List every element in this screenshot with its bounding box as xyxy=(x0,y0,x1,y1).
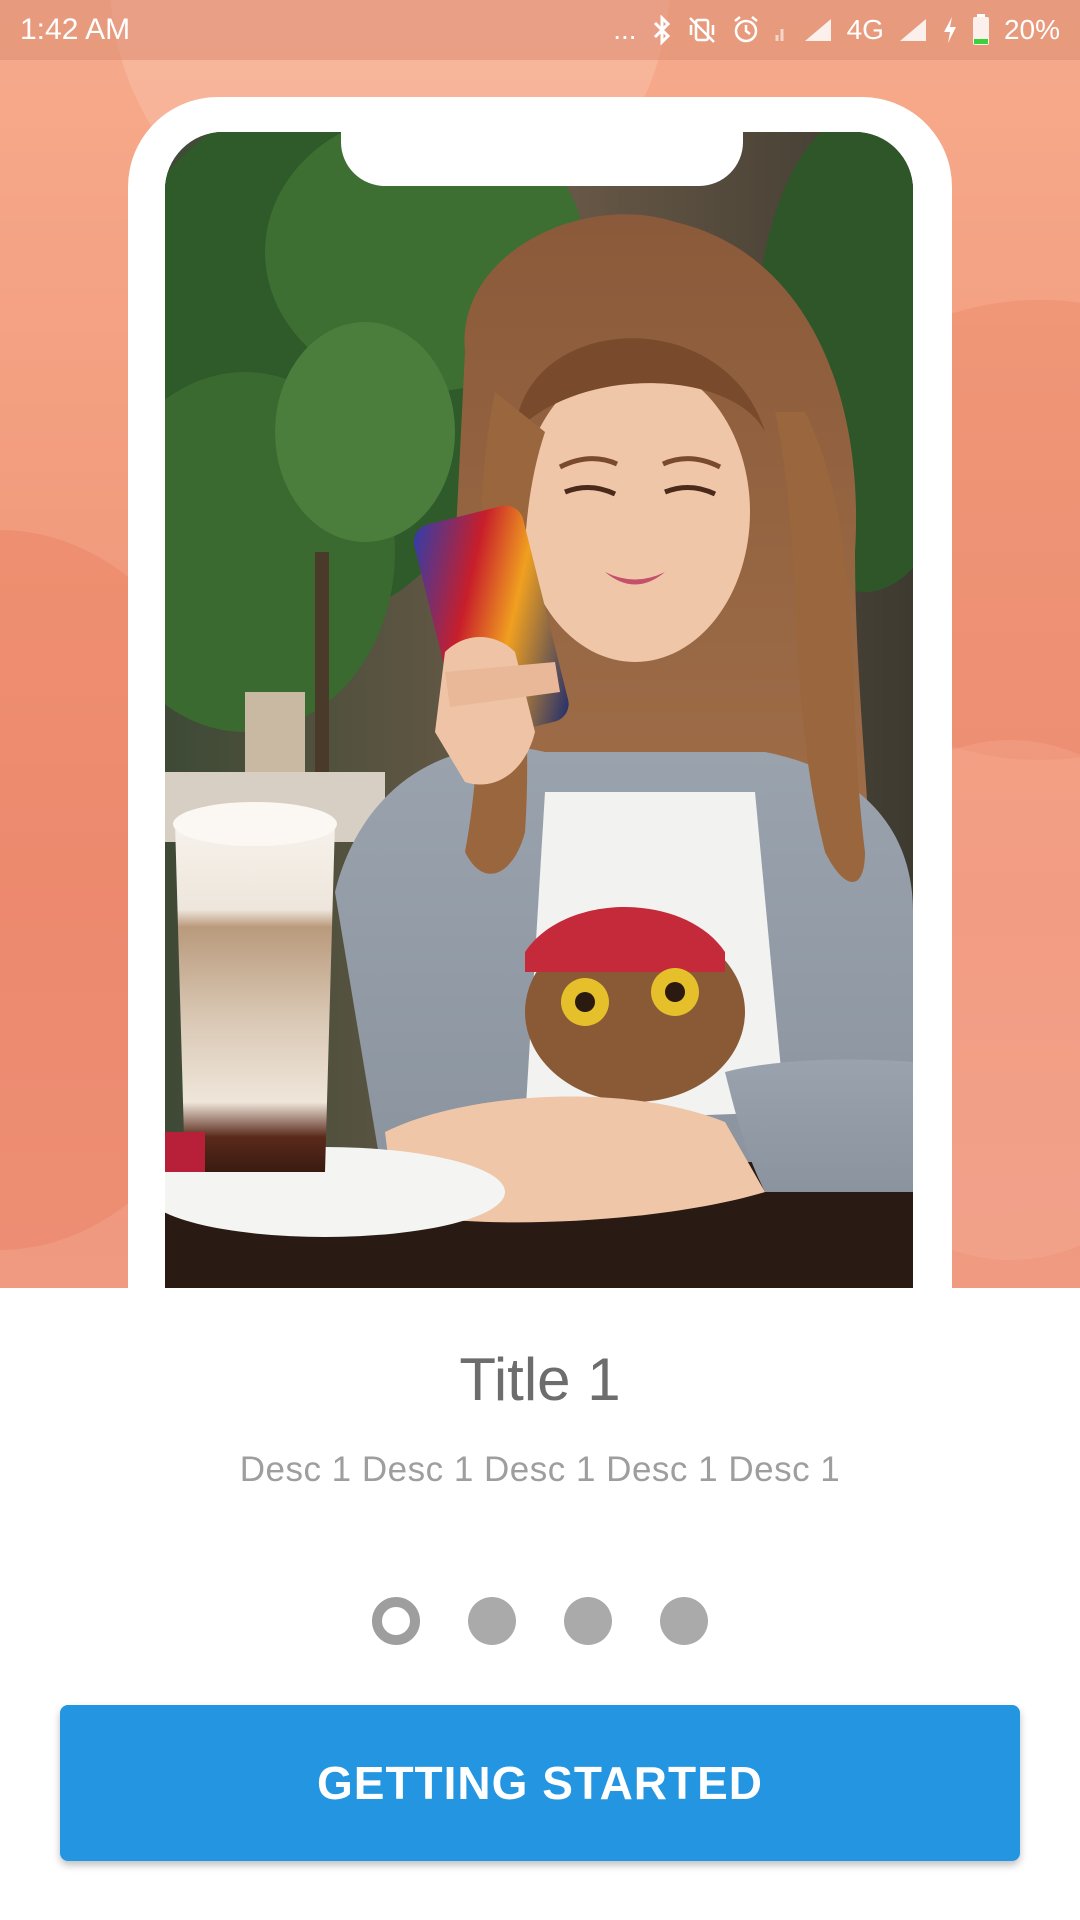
notification-dots: ... xyxy=(613,14,637,45)
onboarding-title: Title 1 xyxy=(459,1346,621,1413)
onboarding-screen: 1:42 AM ... 4G 20% Title 1 Desc 1 Desc 1… xyxy=(0,0,1080,1920)
hero-background xyxy=(0,0,1080,1288)
phone-frame xyxy=(128,97,952,1288)
alarm-icon xyxy=(731,15,761,45)
page-dot-2[interactable] xyxy=(468,1597,516,1645)
onboarding-photo xyxy=(165,132,913,1288)
page-dot-1[interactable] xyxy=(372,1597,420,1645)
network-type: 4G xyxy=(846,14,884,45)
battery-percent: 20% xyxy=(1003,14,1060,45)
status-icons: ... 4G 20% xyxy=(613,14,1060,46)
status-time: 1:42 AM xyxy=(20,13,131,46)
signal-icon xyxy=(803,17,833,43)
battery-icon xyxy=(972,14,990,46)
bluetooth-icon xyxy=(651,15,673,45)
phone-notch xyxy=(341,132,743,186)
status-bar: 1:42 AM ... 4G 20% xyxy=(0,0,1080,60)
getting-started-button[interactable]: GETTING STARTED xyxy=(60,1705,1020,1861)
vibrate-off-icon xyxy=(687,15,717,45)
onboarding-description: Desc 1 Desc 1 Desc 1 Desc 1 Desc 1 xyxy=(239,1450,841,1489)
page-indicator xyxy=(0,1597,1080,1645)
phone-screen xyxy=(165,132,913,1288)
page-dot-3[interactable] xyxy=(564,1597,612,1645)
signal-icon xyxy=(898,17,928,43)
page-dot-4[interactable] xyxy=(660,1597,708,1645)
charging-icon xyxy=(942,16,958,44)
signal-icon xyxy=(775,17,789,43)
